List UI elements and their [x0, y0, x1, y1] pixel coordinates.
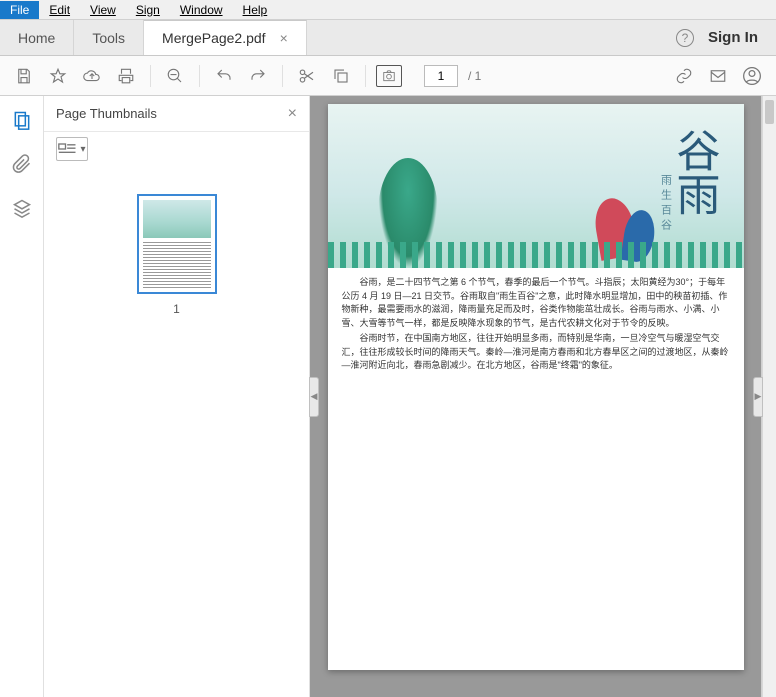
tab-document[interactable]: MergePage2.pdf ×: [144, 20, 307, 55]
layers-rail-icon[interactable]: [10, 196, 34, 220]
document-body: 谷雨，是二十四节气之第 6 个节气，春季的最后一个节气。斗指辰；太阳黄经为30°…: [328, 268, 744, 383]
tab-tools[interactable]: Tools: [74, 20, 144, 55]
menu-edit[interactable]: Edit: [39, 1, 80, 19]
thumbnail-1-label: 1: [173, 302, 180, 316]
save-icon[interactable]: [10, 62, 38, 90]
scissors-icon[interactable]: [293, 62, 321, 90]
tab-bar: Home Tools MergePage2.pdf × ? Sign In: [0, 20, 776, 56]
tab-close-icon[interactable]: ×: [280, 30, 288, 46]
collapse-right-handle[interactable]: ▶: [753, 377, 763, 417]
redo-icon[interactable]: [244, 62, 272, 90]
tab-document-label: MergePage2.pdf: [162, 30, 266, 46]
link-icon[interactable]: [670, 62, 698, 90]
profile-icon[interactable]: [738, 62, 766, 90]
menu-bar: File Edit View Sign Window Help: [0, 0, 776, 20]
menu-window[interactable]: Window: [170, 1, 233, 19]
page-thumbnail-1[interactable]: [139, 196, 215, 292]
star-icon[interactable]: [44, 62, 72, 90]
content-area: Page Thumbnails × ▾ 1 ◀: [0, 96, 776, 697]
document-page-1: 谷雨 雨生百谷 谷雨，是二十四节气之第 6 个节气，春季的最后一个节气。斗指辰；…: [328, 104, 744, 670]
hero-image: 谷雨 雨生百谷: [328, 104, 744, 268]
cloud-upload-icon[interactable]: [78, 62, 106, 90]
collapse-left-handle[interactable]: ◀: [309, 377, 319, 417]
thumbnail-options-button[interactable]: ▾: [56, 137, 88, 161]
paragraph-1: 谷雨，是二十四节气之第 6 个节气，春季的最后一个节气。斗指辰；太阳黄经为30°…: [342, 276, 730, 330]
zoom-out-icon[interactable]: [161, 62, 189, 90]
sign-in-button[interactable]: Sign In: [708, 29, 758, 46]
menu-file[interactable]: File: [0, 1, 39, 19]
print-icon[interactable]: [112, 62, 140, 90]
mail-icon[interactable]: [704, 62, 732, 90]
thumbnails-header: Page Thumbnails ×: [44, 96, 309, 132]
document-viewport: ◀ 谷雨 雨生百谷 谷雨，是二十四节气之第 6 个节气，春季的最后一个节气。斗指…: [310, 96, 776, 697]
copy-icon[interactable]: [327, 62, 355, 90]
toolbar: / 1: [0, 56, 776, 96]
page-number-input[interactable]: [424, 65, 458, 87]
vertical-scrollbar[interactable]: [762, 96, 776, 697]
thumbnails-rail-icon[interactable]: [10, 108, 34, 132]
menu-help[interactable]: Help: [233, 1, 278, 19]
close-panel-icon[interactable]: ×: [288, 105, 297, 123]
left-rail: [0, 96, 44, 697]
thumbnails-panel: Page Thumbnails × ▾ 1: [44, 96, 310, 697]
snapshot-icon[interactable]: [376, 65, 402, 87]
thumbnails-title: Page Thumbnails: [56, 106, 157, 121]
hero-subtitle: 雨生百谷: [658, 174, 674, 234]
tab-home[interactable]: Home: [0, 20, 74, 55]
undo-icon[interactable]: [210, 62, 238, 90]
menu-view[interactable]: View: [80, 1, 126, 19]
paragraph-2: 谷雨时节，在中国南方地区，往往开始明显多雨，而特别是华南，一旦冷空气与暖湿空气交…: [342, 332, 730, 373]
menu-sign[interactable]: Sign: [126, 1, 170, 19]
attachments-rail-icon[interactable]: [10, 152, 34, 176]
page-total-label: / 1: [468, 69, 481, 83]
hero-title: 谷雨: [669, 128, 717, 216]
help-icon[interactable]: ?: [676, 29, 694, 47]
